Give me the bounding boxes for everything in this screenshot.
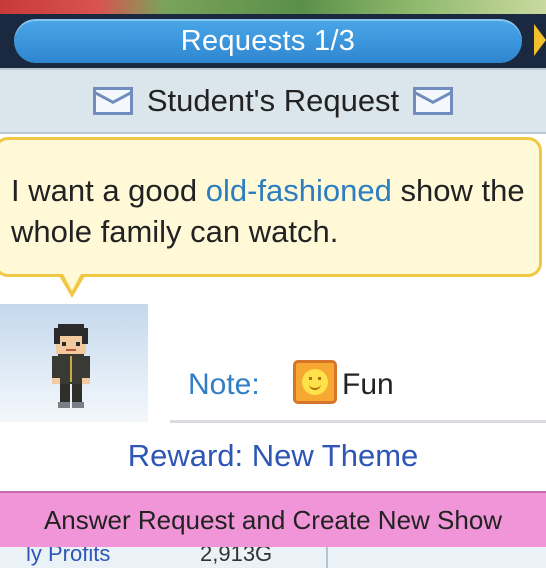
requests-title-pill: Requests 1/3 xyxy=(14,19,522,63)
note-label: Note: xyxy=(188,368,260,401)
requests-title: Requests 1/3 xyxy=(180,24,356,57)
request-message-start: I want a good xyxy=(11,173,206,208)
envelope-icon xyxy=(413,87,454,115)
request-keyword: old-fashioned xyxy=(205,173,392,208)
profits-label: ly Profits xyxy=(26,547,111,566)
student-sprite-icon xyxy=(52,324,90,408)
bottom-status-strip: ly Profits 2,913G xyxy=(0,547,546,568)
answer-request-button[interactable]: Answer Request and Create New Show xyxy=(0,491,546,549)
fun-smiley-icon xyxy=(293,360,337,404)
request-speech-bubble: I want a good old-fashioned show the who… xyxy=(0,137,542,277)
note-row: Note: Fun xyxy=(170,356,546,423)
next-arrow-icon[interactable] xyxy=(534,24,546,56)
request-type-label: Student's Request xyxy=(146,83,400,118)
envelope-icon xyxy=(92,87,133,115)
student-portrait xyxy=(0,304,148,422)
game-scene-strip xyxy=(0,0,546,14)
speech-bubble-tail-inner xyxy=(62,272,82,291)
divider xyxy=(326,547,328,568)
smiley-face-icon xyxy=(302,369,328,395)
reward-text: Reward: New Theme xyxy=(127,438,419,473)
title-bar: Requests 1/3 xyxy=(0,14,546,68)
note-value: Fun xyxy=(342,368,394,401)
request-message: I want a good old-fashioned show the who… xyxy=(11,170,525,252)
profits-value: 2,913G xyxy=(200,547,273,566)
request-header: Student's Request xyxy=(0,68,546,134)
